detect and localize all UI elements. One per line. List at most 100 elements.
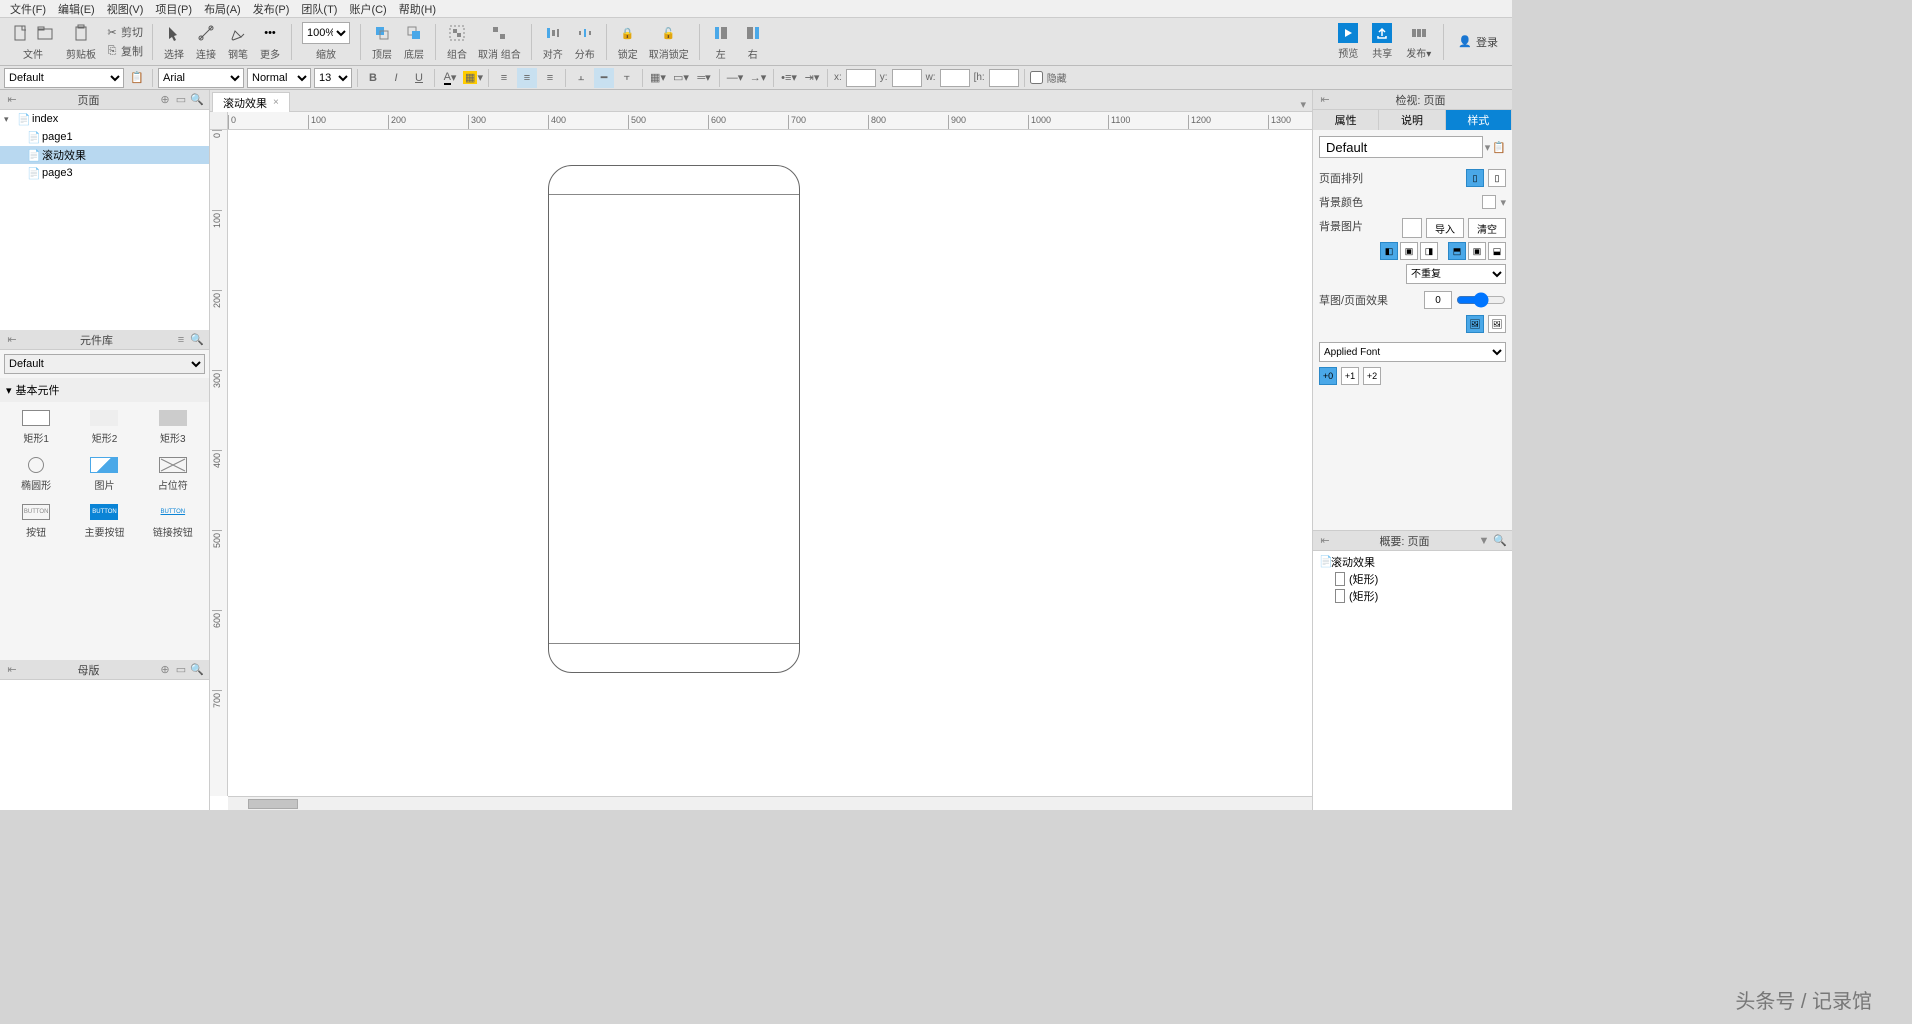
collapse-outline-icon[interactable]: ⇤: [1317, 533, 1333, 549]
group-button[interactable]: [446, 22, 468, 44]
import-bg-button[interactable]: 导入: [1426, 218, 1464, 238]
widget-image[interactable]: 图片: [74, 455, 134, 494]
menu-view[interactable]: 视图(V): [101, 0, 150, 19]
bullet-button[interactable]: •≡▾: [779, 68, 799, 88]
outline-rect2[interactable]: (矩形): [1313, 587, 1512, 604]
border-width-button[interactable]: ═▾: [694, 68, 714, 88]
distribute-button[interactable]: [574, 22, 596, 44]
widget-rect3[interactable]: 矩形3: [143, 408, 203, 447]
underline-button[interactable]: U: [409, 68, 429, 88]
lib-menu-icon[interactable]: ≡: [173, 332, 189, 348]
sketch-input[interactable]: [1424, 291, 1452, 309]
new-file-button[interactable]: [10, 22, 32, 44]
zoom-select[interactable]: 100%: [302, 22, 350, 44]
collapse-lib-icon[interactable]: ⇤: [4, 332, 20, 348]
clear-bg-button[interactable]: 清空: [1468, 218, 1506, 238]
valign-mid-button[interactable]: ━: [594, 68, 614, 88]
indent-button[interactable]: ⇥▾: [802, 68, 822, 88]
size-1-button[interactable]: +1: [1341, 367, 1359, 385]
lock-button[interactable]: 🔒: [617, 22, 639, 44]
add-master-icon[interactable]: ⊕: [157, 662, 173, 678]
text-color-button[interactable]: A▾: [440, 68, 460, 88]
scroll-thumb[interactable]: [248, 799, 298, 809]
widget-rect2[interactable]: 矩形2: [74, 408, 134, 447]
publish-button[interactable]: 发布▾: [1400, 23, 1437, 60]
preview-button[interactable]: 预览: [1332, 23, 1364, 60]
size-select[interactable]: 13: [314, 68, 352, 88]
widget-primary-button[interactable]: BUTTON主要按钮: [74, 502, 134, 541]
halign-right-icon[interactable]: ◨: [1420, 242, 1438, 260]
canvas[interactable]: 0100200300400500600700800900100011001200…: [210, 112, 1312, 810]
menu-help[interactable]: 帮助(H): [393, 0, 442, 19]
valign-mid-icon[interactable]: ▣: [1468, 242, 1486, 260]
paste-button[interactable]: [70, 22, 92, 44]
login-button[interactable]: 👤 登录: [1450, 34, 1506, 50]
bring-front-button[interactable]: [371, 22, 393, 44]
search-pages-icon[interactable]: 🔍: [189, 92, 205, 108]
collapse-insp-icon[interactable]: ⇤: [1317, 92, 1333, 108]
apply-style-icon[interactable]: 📋: [127, 68, 147, 88]
bg-color-picker[interactable]: [1482, 195, 1496, 209]
arrow-button[interactable]: →▾: [748, 68, 768, 88]
ungroup-button[interactable]: [488, 22, 510, 44]
arrange-center-icon[interactable]: ▯: [1488, 169, 1506, 187]
menu-account[interactable]: 账户(C): [343, 0, 392, 19]
panel-right-button[interactable]: [742, 22, 764, 44]
sketch-slider[interactable]: [1456, 292, 1506, 308]
copy-button[interactable]: ⎘复制: [105, 42, 143, 60]
outline-filter-icon[interactable]: ▼: [1476, 533, 1492, 549]
sketch-mode1-icon[interactable]: 🖼: [1466, 315, 1484, 333]
tree-root-index[interactable]: ▾📄index: [0, 110, 209, 128]
fill-color-button[interactable]: ▦▾: [463, 68, 483, 88]
phone-frame[interactable]: [548, 165, 800, 673]
phone-screen[interactable]: [549, 194, 799, 644]
menu-file[interactable]: 文件(F): [4, 0, 52, 19]
master-folder-icon[interactable]: ▭: [173, 662, 189, 678]
menu-publish[interactable]: 发布(P): [247, 0, 296, 19]
scrollbar-horizontal[interactable]: [228, 796, 1312, 810]
widget-button[interactable]: BUTTON按钮: [6, 502, 66, 541]
master-search-icon[interactable]: 🔍: [189, 662, 205, 678]
select-tool[interactable]: [163, 22, 185, 44]
menu-project[interactable]: 项目(P): [149, 0, 198, 19]
outline-search-icon[interactable]: 🔍: [1492, 533, 1508, 549]
x-input[interactable]: [846, 69, 876, 87]
tab-style[interactable]: 样式: [1446, 110, 1512, 130]
tab-notes[interactable]: 说明: [1379, 110, 1445, 130]
menu-team[interactable]: 团队(T): [295, 0, 343, 19]
align-right-button[interactable]: ≡: [540, 68, 560, 88]
more-tool[interactable]: •••: [259, 22, 281, 44]
collapse-masters-icon[interactable]: ⇤: [4, 662, 20, 678]
outline-root[interactable]: 📄滚动效果: [1313, 553, 1512, 570]
y-input[interactable]: [892, 69, 922, 87]
halign-center-icon[interactable]: ▣: [1400, 242, 1418, 260]
repeat-select[interactable]: 不重复: [1406, 264, 1506, 284]
connect-tool[interactable]: [195, 22, 217, 44]
valign-bot-icon[interactable]: ⬓: [1488, 242, 1506, 260]
font-select-applied[interactable]: Applied Font: [1319, 342, 1506, 362]
widget-link-button[interactable]: BUTTON链接按钮: [143, 502, 203, 541]
folder-view-icon[interactable]: ▭: [173, 92, 189, 108]
send-back-button[interactable]: [403, 22, 425, 44]
w-input[interactable]: [940, 69, 970, 87]
bold-button[interactable]: B: [363, 68, 383, 88]
open-file-button[interactable]: [34, 22, 56, 44]
align-center-button[interactable]: ≡: [517, 68, 537, 88]
tree-page3[interactable]: 📄page3: [0, 164, 209, 182]
menu-arrange[interactable]: 布局(A): [198, 0, 247, 19]
tab-properties[interactable]: 属性: [1313, 110, 1379, 130]
collapse-icon[interactable]: ⇤: [4, 92, 20, 108]
tab-scroll-effect[interactable]: 滚动效果 ×: [212, 92, 290, 112]
style-name-field[interactable]: Default: [1319, 136, 1483, 158]
close-tab-icon[interactable]: ×: [273, 97, 279, 108]
valign-top-button[interactable]: ⫠: [571, 68, 591, 88]
size-2-button[interactable]: +2: [1363, 367, 1381, 385]
widget-ellipse[interactable]: 椭圆形: [6, 455, 66, 494]
align-left-button[interactable]: ≡: [494, 68, 514, 88]
font-select[interactable]: Arial: [158, 68, 244, 88]
border-color-button[interactable]: ▭▾: [671, 68, 691, 88]
tree-scroll-effect[interactable]: 📄滚动效果: [0, 146, 209, 164]
lib-search-icon[interactable]: 🔍: [189, 332, 205, 348]
style-select[interactable]: Default: [4, 68, 124, 88]
sketch-mode2-icon[interactable]: 🖼: [1488, 315, 1506, 333]
